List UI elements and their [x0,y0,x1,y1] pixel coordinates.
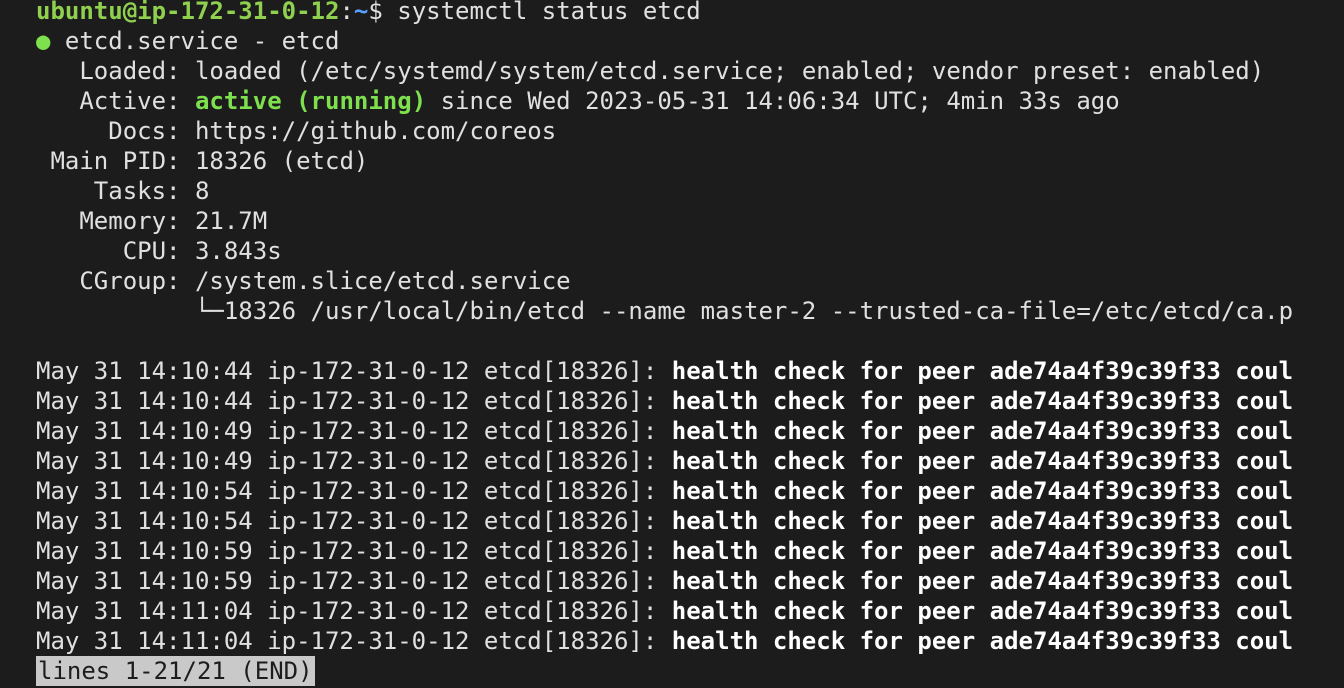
log-line: May 31 14:10:59 ip-172-31-0-12 etcd[1832… [36,536,1344,566]
cgroup-line: CGroup: /system.slice/etcd.service [36,266,1344,296]
log-prefix: May 31 14:11:04 ip-172-31-0-12 etcd[1832… [36,597,672,625]
memory-key: Memory: [36,207,195,235]
active-state: active (running) [194,87,427,115]
log-line: May 31 14:10:59 ip-172-31-0-12 etcd[1832… [36,566,1344,596]
docs-key: Docs: [36,117,195,145]
log-prefix: May 31 14:10:44 ip-172-31-0-12 etcd[1832… [36,357,672,385]
log-prefix: May 31 14:10:49 ip-172-31-0-12 etcd[1832… [36,447,672,475]
log-message: health check for peer ade74a4f39c39f33 c… [671,477,1294,505]
log-message: health check for peer ade74a4f39c39f33 c… [671,627,1294,655]
log-prefix: May 31 14:10:59 ip-172-31-0-12 etcd[1832… [36,567,672,595]
log-message: health check for peer ade74a4f39c39f33 c… [671,507,1294,535]
memory-value: 21.7M [194,207,268,235]
prompt-user-host: ubuntu@ip-172-31-0-12 [36,0,340,25]
memory-line: Memory: 21.7M [36,206,1344,236]
active-since: since Wed 2023-05-31 14:06:34 UTC; 4min … [426,87,1120,115]
cgroup-process-line: └─18326 /usr/local/bin/etcd --name maste… [36,297,1294,325]
log-message: health check for peer ade74a4f39c39f33 c… [671,417,1294,445]
log-message: health check for peer ade74a4f39c39f33 c… [671,537,1294,565]
log-prefix: May 31 14:10:49 ip-172-31-0-12 etcd[1832… [36,417,672,445]
log-message: health check for peer ade74a4f39c39f33 c… [671,387,1294,415]
cgroup-key: CGroup: [36,267,195,295]
log-prefix: May 31 14:10:54 ip-172-31-0-12 etcd[1832… [36,507,672,535]
main-pid-line: Main PID: 18326 (etcd) [36,146,1344,176]
cpu-value: 3.843s [194,237,282,265]
log-line: May 31 14:10:49 ip-172-31-0-12 etcd[1832… [36,416,1344,446]
log-line: May 31 14:10:54 ip-172-31-0-12 etcd[1832… [36,506,1344,536]
docs-link[interactable]: https://github.com/coreos [195,117,556,145]
pager-status[interactable]: lines 1-21/21 (END) [36,656,315,686]
docs-line: Docs: https://github.com/coreos [36,116,1344,146]
log-line: May 31 14:11:04 ip-172-31-0-12 etcd[1832… [36,626,1344,656]
prompt-symbol: $ [368,0,398,25]
prompt-colon: : [339,0,354,25]
log-line: May 31 14:10:49 ip-172-31-0-12 etcd[1832… [36,446,1344,476]
service-title: etcd.service - etcd [50,27,340,55]
prompt-path: ~ [353,0,369,25]
active-key: Active: [36,87,195,115]
log-message: health check for peer ade74a4f39c39f33 c… [671,597,1294,625]
cgroup-value: /system.slice/etcd.service [194,267,571,295]
terminal-window[interactable]: ubuntu@ip-172-31-0-12:~$ systemctl statu… [36,0,1344,686]
log-message: health check for peer ade74a4f39c39f33 c… [671,447,1294,475]
pager-line: lines 1-21/21 (END) [36,656,1344,686]
log-line: May 31 14:10:54 ip-172-31-0-12 etcd[1832… [36,476,1344,506]
tasks-line: Tasks: 8 [36,176,1344,206]
log-prefix: May 31 14:10:44 ip-172-31-0-12 etcd[1832… [36,387,672,415]
cpu-line: CPU: 3.843s [36,236,1344,266]
loaded-line: Loaded: loaded (/etc/systemd/system/etcd… [36,56,1344,86]
tasks-value: 8 [194,177,210,205]
service-title-line: ● etcd.service - etcd [36,26,1344,56]
log-prefix: May 31 14:10:54 ip-172-31-0-12 etcd[1832… [36,477,672,505]
status-dot-icon: ● [36,27,51,55]
main-pid-key: Main PID: [36,147,195,175]
command-text: systemctl status etcd [397,0,701,25]
loaded-value: loaded (/etc/systemd/system/etcd.service… [194,57,1265,85]
command-prompt-line: ubuntu@ip-172-31-0-12:~$ systemctl statu… [36,0,1344,26]
active-line: Active: active (running) since Wed 2023-… [36,86,1344,116]
log-line: May 31 14:10:44 ip-172-31-0-12 etcd[1832… [36,386,1344,416]
main-pid-value: 18326 (etcd) [194,147,369,175]
log-line: May 31 14:11:04 ip-172-31-0-12 etcd[1832… [36,596,1344,626]
log-line: May 31 14:10:44 ip-172-31-0-12 etcd[1832… [36,356,1344,386]
tasks-key: Tasks: [36,177,195,205]
log-prefix: May 31 14:10:59 ip-172-31-0-12 etcd[1832… [36,537,672,565]
cpu-key: CPU: [36,237,195,265]
log-prefix: May 31 14:11:04 ip-172-31-0-12 etcd[1832… [36,627,672,655]
log-message: health check for peer ade74a4f39c39f33 c… [671,567,1294,595]
loaded-key: Loaded: [36,57,195,85]
log-message: health check for peer ade74a4f39c39f33 c… [671,357,1294,385]
